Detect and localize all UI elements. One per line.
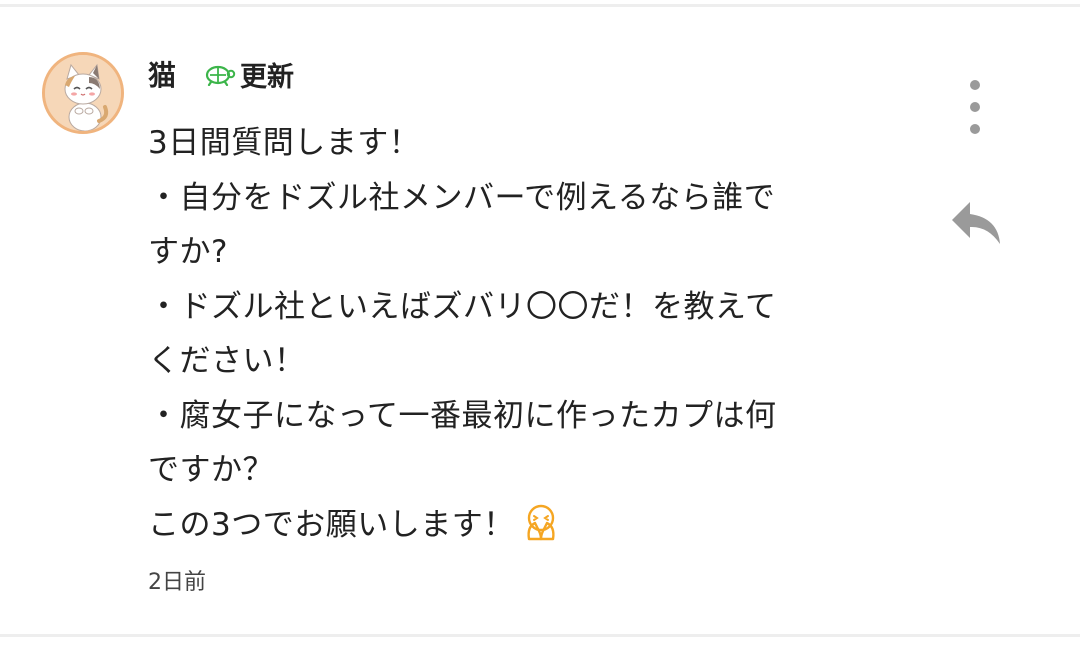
- avatar[interactable]: [42, 52, 124, 134]
- pleading-hands-emoji-icon: [527, 504, 555, 540]
- comment-line-text: この3つでお願いします！: [148, 506, 515, 543]
- comment-line: ・腐女子になって一番最初に作ったカプは何: [148, 397, 777, 434]
- comment-line-last: この3つでお願いします！: [148, 498, 878, 553]
- bottom-divider: [0, 634, 1080, 637]
- timestamp: 2日前: [148, 570, 206, 595]
- comment-line: ください！: [148, 343, 306, 379]
- update-badge: 更新: [202, 55, 294, 94]
- comment-line: ですか？: [148, 452, 274, 488]
- reply-icon: [952, 202, 1000, 244]
- top-divider: [0, 4, 1080, 7]
- turtle-icon: [205, 65, 236, 86]
- comment-line: ・ドズル社といえばズバリ〇〇だ！を教えて: [148, 288, 777, 325]
- more-vertical-icon: [970, 102, 980, 112]
- more-vertical-icon: [970, 80, 980, 90]
- comment-line: すか?: [148, 234, 228, 270]
- comment-line: ・自分をドズル社メンバーで例えるなら誰で: [148, 179, 776, 216]
- update-badge-label: 更新: [240, 61, 295, 93]
- comment-line: 3日間質問します！: [148, 125, 421, 161]
- author-row: 猫 更新: [148, 54, 294, 94]
- more-options-button[interactable]: [958, 80, 992, 134]
- reply-button[interactable]: [948, 198, 1004, 250]
- cat-avatar-icon: [45, 55, 121, 131]
- comment-item: 猫 更新 3日間質問します！ ・自分をドズル社メンバーで例えるなら誰で すか? …: [0, 8, 1080, 634]
- author-name[interactable]: 猫: [148, 54, 176, 94]
- more-vertical-icon: [970, 124, 980, 134]
- comment-body: 3日間質問します！ ・自分をドズル社メンバーで例えるなら誰で すか? ・ドズル社…: [148, 116, 878, 552]
